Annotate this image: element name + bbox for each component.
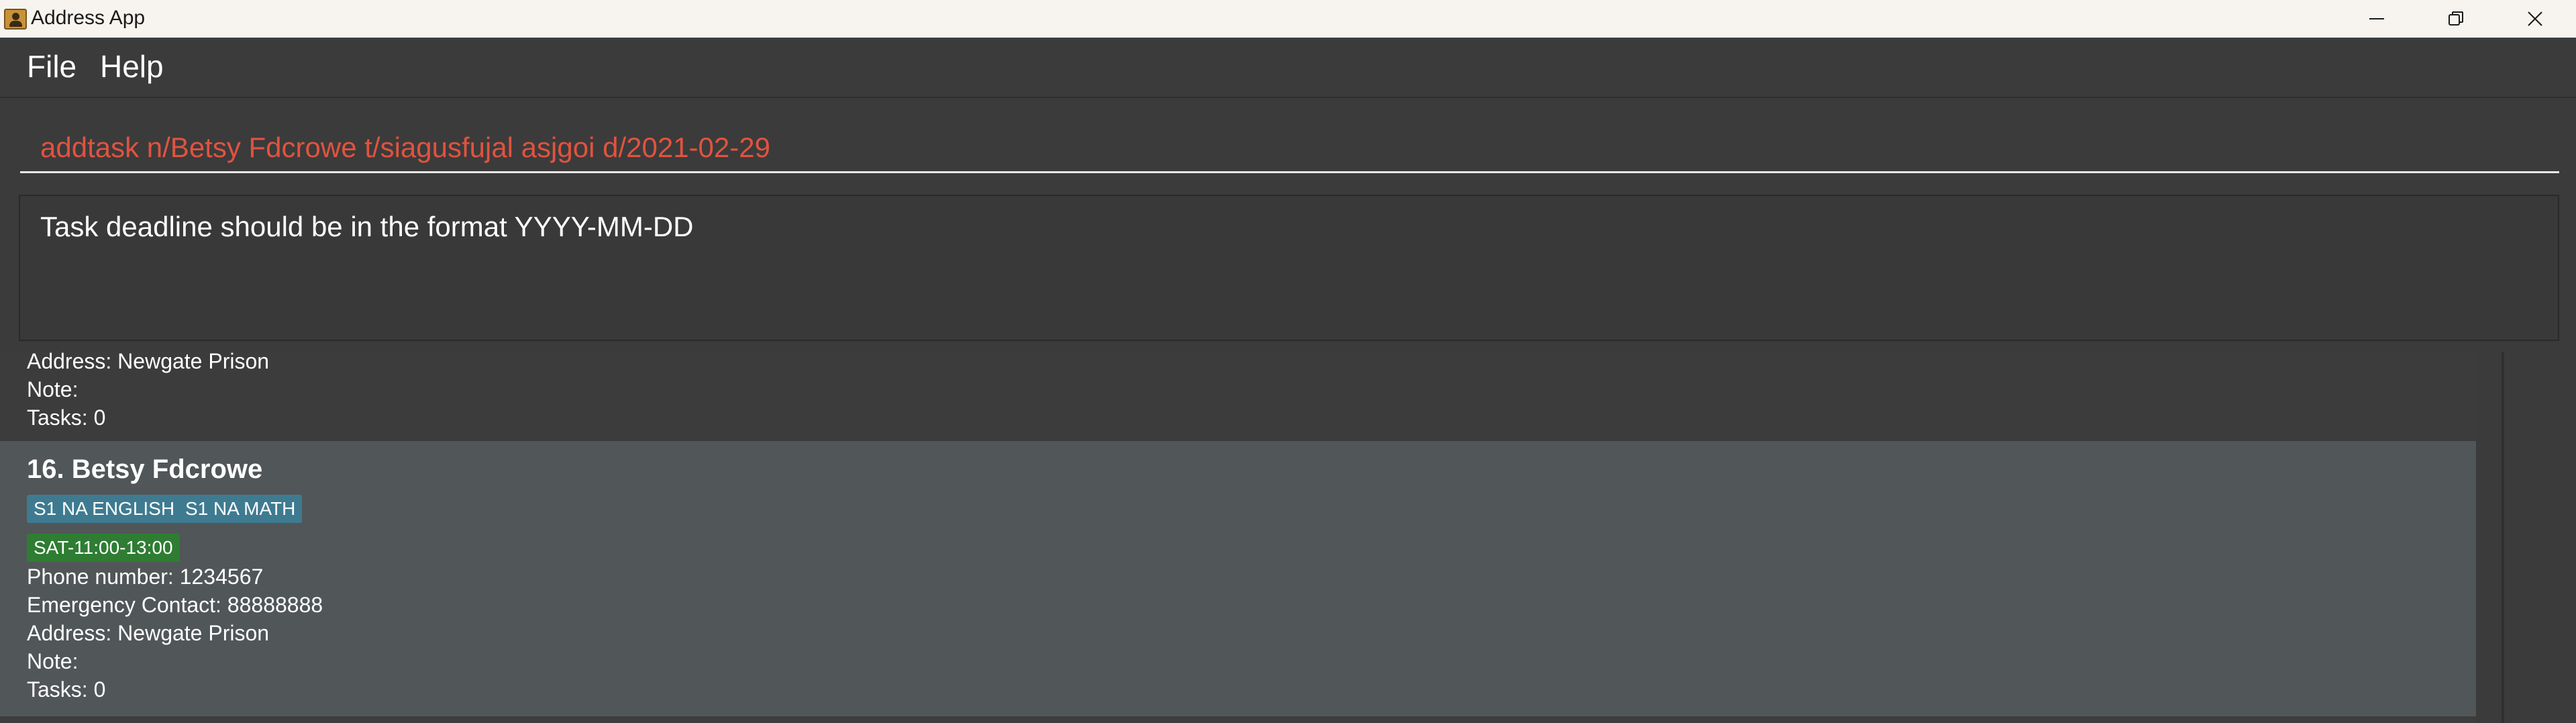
restore-button[interactable] (2417, 0, 2495, 38)
person-note: Note: (27, 649, 79, 673)
window-title-bar: Address App (0, 0, 2576, 38)
person-address: Address: Newgate Prison (27, 349, 270, 373)
command-input[interactable] (20, 106, 2559, 173)
person-card-selected[interactable]: 16. Betsy Fdcrowe S1 NA ENGLISH S1 NA MA… (0, 441, 2476, 716)
subject-tag: S1 NA ENGLISH (27, 495, 182, 523)
subject-tag: S1 NA MATH (178, 495, 303, 523)
address-book-icon (4, 9, 27, 30)
person-address: Address: Newgate Prison (27, 621, 270, 645)
minimize-button[interactable] (2338, 0, 2416, 38)
person-tasks: Tasks: 0 (27, 677, 106, 702)
person-phone: Phone number: 1234567 (27, 565, 264, 589)
result-message: Task deadline should be in the format YY… (40, 211, 694, 242)
person-list-panel: Address: Newgate Prison Note: Tasks: 0 1… (0, 349, 2576, 723)
menu-bar: File Help (0, 38, 2576, 97)
person-emergency-contact: Emergency Contact: 88888888 (27, 593, 323, 617)
menu-help[interactable]: Help (100, 48, 164, 85)
list-scrollbar[interactable] (2502, 352, 2504, 723)
close-button[interactable] (2496, 0, 2574, 38)
result-display-panel: Task deadline should be in the format YY… (0, 187, 2576, 352)
result-display[interactable]: Task deadline should be in the format YY… (19, 195, 2559, 341)
minimize-icon (2369, 18, 2384, 19)
menu-file[interactable]: File (27, 48, 76, 85)
person-tasks: Tasks: 0 (27, 405, 106, 430)
person-name: 16. Betsy Fdcrowe (27, 454, 263, 484)
restore-icon (2449, 11, 2463, 26)
close-icon (2528, 11, 2542, 26)
window-title: Address App (31, 7, 146, 29)
command-box (0, 97, 2576, 187)
lesson-tag: SAT-11:00-13:00 (27, 534, 180, 562)
person-card[interactable]: Address: Newgate Prison Note: Tasks: 0 (0, 349, 2476, 441)
person-note: Note: (27, 377, 79, 401)
person-list[interactable]: Address: Newgate Prison Note: Tasks: 0 1… (0, 349, 2476, 723)
